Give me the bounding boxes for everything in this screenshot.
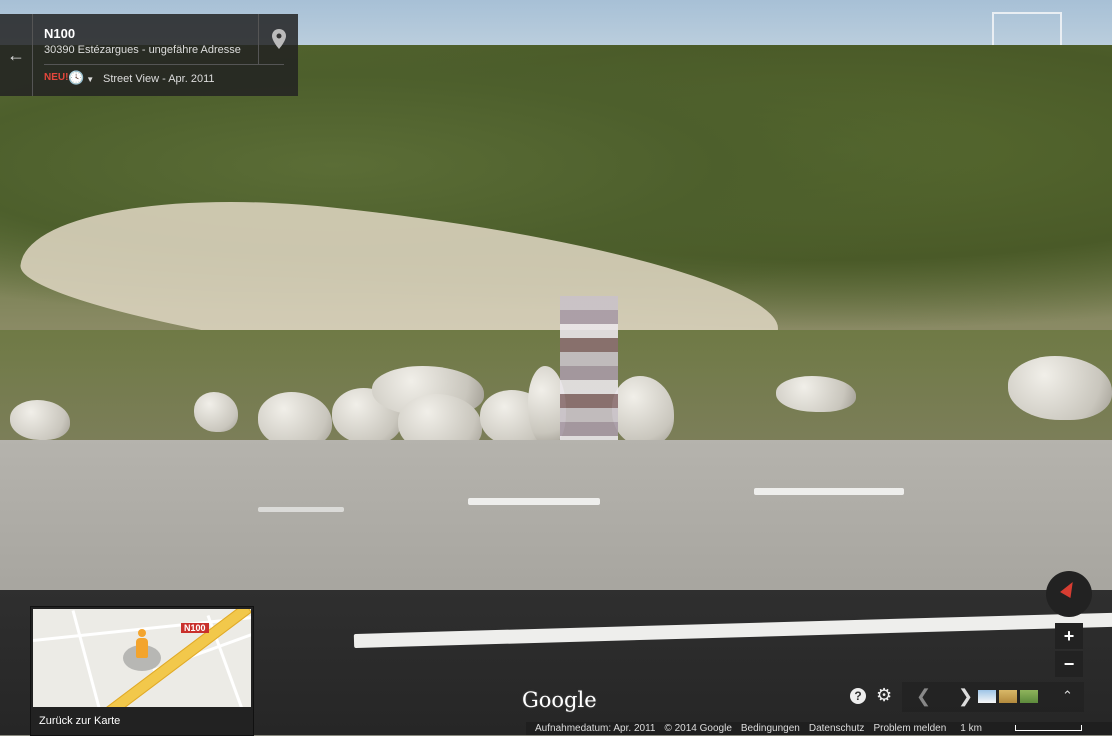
help-button[interactable]: ? <box>850 688 866 704</box>
scale-label: 1 km <box>960 723 982 734</box>
road-label: N100 <box>181 623 209 633</box>
back-button[interactable]: ← <box>0 14 33 96</box>
google-logo: Google <box>522 688 597 712</box>
back-to-map-link[interactable]: Zurück zur Karte <box>39 715 120 727</box>
terms-link[interactable]: Bedingungen <box>741 723 800 734</box>
compass-needle-icon <box>1060 578 1078 598</box>
compass[interactable] <box>1046 571 1092 617</box>
divider <box>44 64 284 65</box>
new-badge: NEU! <box>44 72 69 83</box>
streetview-date: Street View - Apr. 2011 <box>103 73 215 85</box>
photo-strip: ❮ ❯ ⌃ <box>902 682 1084 712</box>
minimap-street <box>71 610 103 707</box>
scale-bar <box>1015 725 1082 731</box>
arrow-left-icon: ← <box>7 44 25 65</box>
location-info-card: ← N100 30390 Estézargues - ungefähre Adr… <box>0 14 298 96</box>
gear-icon[interactable]: ⚙ <box>876 685 892 706</box>
photo-thumbnail[interactable] <box>1020 690 1038 703</box>
photo-thumbnail[interactable] <box>978 690 996 703</box>
minimap-view[interactable]: N100 <box>33 609 251 707</box>
boulder <box>10 400 70 440</box>
lane-marking <box>468 498 600 505</box>
zoom-in-button[interactable]: + <box>1055 623 1083 649</box>
pin-button[interactable] <box>258 14 299 64</box>
pegman-icon[interactable] <box>135 629 149 659</box>
lane-marking <box>258 507 344 512</box>
clock-icon: 🕓 <box>68 70 85 85</box>
chevron-right-icon[interactable]: ❯ <box>958 686 973 707</box>
place-address: 30390 Estézargues - ungefähre Adresse <box>44 44 241 56</box>
privacy-link[interactable]: Datenschutz <box>809 723 865 734</box>
boulder <box>194 392 238 432</box>
footer-bar: Aufnahmedatum: Apr. 2011 © 2014 Google B… <box>526 722 1112 735</box>
map-pin-icon <box>272 29 286 49</box>
history-dropdown[interactable]: 🕓 ▼ <box>68 70 94 86</box>
minimap[interactable]: N100 Zurück zur Karte <box>30 606 254 736</box>
capture-date: Aufnahmedatum: Apr. 2011 <box>535 723 656 734</box>
boulder <box>776 376 856 412</box>
blurred-person <box>560 296 618 450</box>
lane-marking <box>754 488 904 495</box>
zoom-out-button[interactable]: − <box>1055 651 1083 677</box>
chevron-left-icon[interactable]: ❮ <box>916 686 931 707</box>
copyright: © 2014 Google <box>664 723 732 734</box>
chevron-down-icon: ▼ <box>86 75 95 84</box>
place-title: N100 <box>44 26 76 41</box>
expand-up-icon[interactable]: ⌃ <box>1062 688 1073 704</box>
report-problem-link[interactable]: Problem melden <box>873 723 946 734</box>
photo-thumbnail[interactable] <box>999 690 1017 703</box>
